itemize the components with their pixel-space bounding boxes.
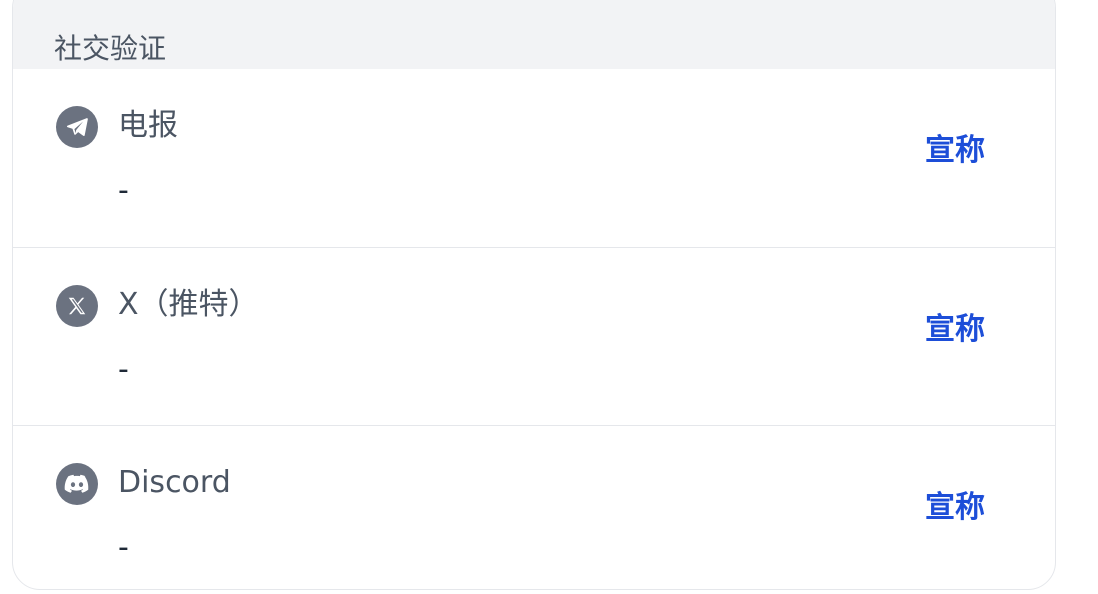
- social-name: Discord: [118, 465, 231, 500]
- social-value: -: [118, 530, 129, 565]
- telegram-icon: [56, 106, 98, 148]
- social-value: -: [118, 352, 129, 387]
- social-value: -: [118, 173, 129, 208]
- social-row-x: X（推特） - 宣称: [13, 247, 1055, 425]
- section-title: 社交验证: [54, 32, 167, 65]
- social-row-telegram: 电报 - 宣称: [13, 69, 1055, 247]
- social-name: X（推特）: [118, 287, 259, 322]
- x-twitter-icon: [56, 285, 98, 327]
- card-header: 社交验证: [13, 0, 1055, 69]
- social-verification-card: 社交验证 电报 - 宣称 X（推特） - 宣称 Discord - 宣称: [12, 0, 1056, 590]
- social-name: 电报: [118, 108, 178, 143]
- claim-button-telegram[interactable]: 宣称: [925, 129, 985, 173]
- claim-button-x[interactable]: 宣称: [925, 308, 985, 352]
- claim-button-discord[interactable]: 宣称: [925, 486, 985, 530]
- social-row-discord: Discord - 宣称: [13, 425, 1055, 589]
- discord-icon: [56, 463, 98, 505]
